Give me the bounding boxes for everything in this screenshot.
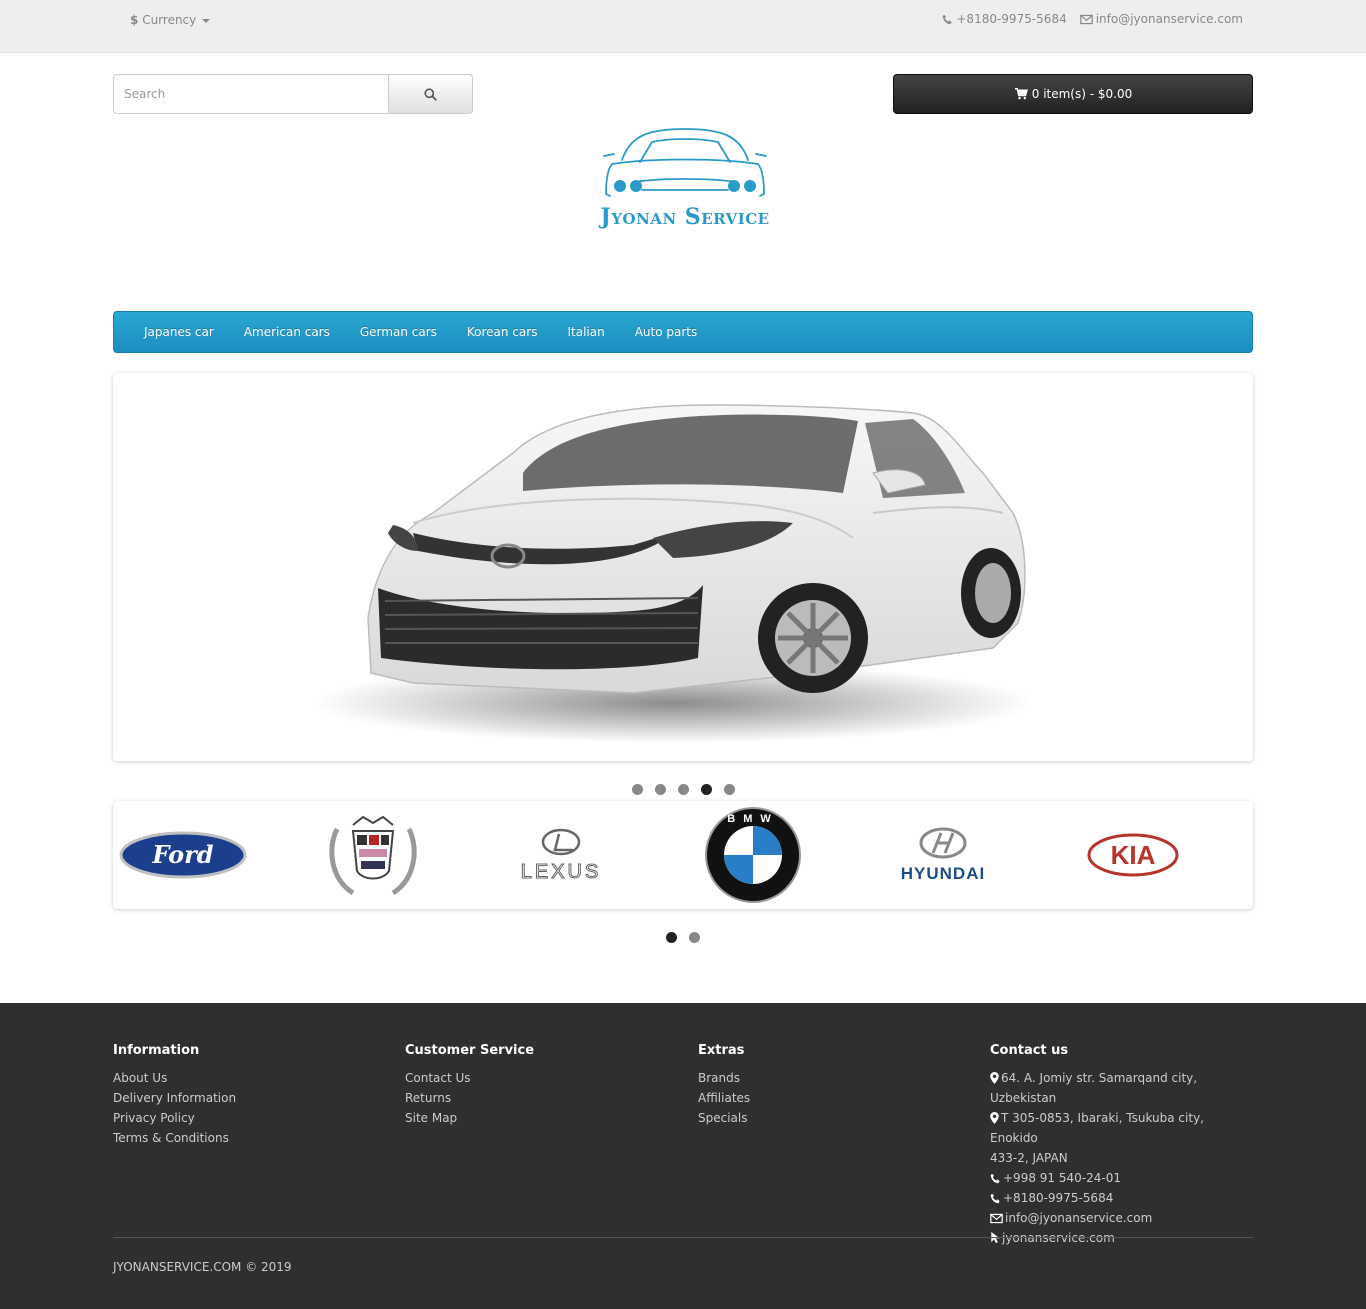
slideshow[interactable] xyxy=(113,373,1253,761)
search-group xyxy=(113,74,473,114)
brand-carousel-dot[interactable] xyxy=(689,932,700,943)
footer-contact: Contact us 64. A. Jomiy str. Samarqand c… xyxy=(990,1043,1255,1248)
copyright: JYONANSERVICE.COM © 2019 xyxy=(113,1260,292,1274)
phone-icon xyxy=(990,1193,1000,1204)
cart-total: 0 item(s) - $0.00 xyxy=(1031,87,1133,101)
hyundai-logo-text: HYUNDAI xyxy=(901,864,985,883)
logo-text: Jyonan Service xyxy=(600,204,770,230)
nav-item-german[interactable]: German cars xyxy=(345,325,452,339)
top-phone-text: +8180-9975-5684 xyxy=(956,12,1067,26)
footer-extras-title: Extras xyxy=(698,1043,745,1058)
caret-down-icon xyxy=(202,18,211,23)
footer-address-japan: T 305-0853, Ibaraki, Tsukuba city, Enoki… xyxy=(990,1108,1255,1148)
ford-logo-icon: Ford xyxy=(119,831,247,879)
footer-phone-uzbekistan[interactable]: +998 91 540-24-01 xyxy=(990,1168,1255,1188)
footer-divider xyxy=(113,1237,1253,1238)
map-marker-icon xyxy=(990,1072,999,1084)
footer-contact-title: Contact us xyxy=(990,1043,1069,1058)
footer-address-uzbekistan: 64. A. Jomiy str. Samarqand city, Uzbeki… xyxy=(990,1068,1255,1108)
footer-address-japan-line2: 433-2, JAPAN xyxy=(990,1151,1068,1165)
search-button[interactable] xyxy=(388,74,473,114)
nav-item-italian[interactable]: Italian xyxy=(552,325,619,339)
nav-item-auto-parts[interactable]: Auto parts xyxy=(620,325,713,339)
footer-address-japan-line1: T 305-0853, Ibaraki, Tsukuba city, Enoki… xyxy=(990,1111,1204,1145)
footer-email-text: info@jyonanservice.com xyxy=(1005,1211,1153,1225)
footer-link-brands[interactable]: Brands xyxy=(698,1071,740,1085)
brand-carousel: Ford LEXUS BMW HYUNDAI KIA xyxy=(113,801,1253,909)
brand-carousel-dot-active[interactable] xyxy=(666,932,677,943)
search-icon xyxy=(424,87,437,101)
lexus-logo-icon: LEXUS xyxy=(520,828,601,883)
brand-ford[interactable]: Ford xyxy=(113,801,253,909)
car-logo-icon xyxy=(603,128,767,197)
slideshow-dot[interactable] xyxy=(655,784,666,795)
footer-link-returns[interactable]: Returns xyxy=(405,1091,451,1105)
footer-customer-service: Customer Service Contact Us Returns Site… xyxy=(405,1043,534,1128)
currency-symbol: $ xyxy=(130,13,139,27)
footer-link-site-map[interactable]: Site Map xyxy=(405,1111,457,1125)
brand-hyundai[interactable]: HYUNDAI xyxy=(888,801,998,909)
footer-phone-japan[interactable]: +8180-9975-5684 xyxy=(990,1188,1255,1208)
nav-item-american[interactable]: American cars xyxy=(229,325,345,339)
map-marker-icon xyxy=(990,1112,999,1124)
nav-item-japanese[interactable]: Japanes car xyxy=(129,325,229,339)
top-email-text: info@jyonanservice.com xyxy=(1095,12,1243,26)
phone-icon xyxy=(943,14,952,24)
currency-label: Currency xyxy=(142,13,197,27)
slideshow-pagination xyxy=(632,784,735,795)
footer: Information About Us Delivery Informatio… xyxy=(0,1003,1366,1309)
ford-logo-text: Ford xyxy=(151,840,213,869)
kia-logo-text: KIA xyxy=(1111,840,1156,870)
footer-address-uzbekistan-text: 64. A. Jomiy str. Samarqand city, Uzbeki… xyxy=(990,1071,1198,1105)
footer-email[interactable]: info@jyonanservice.com xyxy=(990,1208,1255,1228)
brand-kia[interactable]: KIA xyxy=(1083,801,1183,909)
footer-link-terms-conditions[interactable]: Terms & Conditions xyxy=(113,1131,229,1145)
footer-customer-service-title: Customer Service xyxy=(405,1043,535,1058)
search-input[interactable] xyxy=(113,74,388,114)
footer-website-text: jyonanservice.com xyxy=(1002,1231,1115,1245)
shopping-cart-icon xyxy=(1014,88,1028,100)
footer-link-affiliates[interactable]: Affiliates xyxy=(698,1091,750,1105)
kia-logo-icon: KIA xyxy=(1087,833,1179,877)
bmw-logo-text: BMW xyxy=(727,813,779,825)
slideshow-dot[interactable] xyxy=(724,784,735,795)
top-bar: $ Currency +8180-9975-5684 info@jyonanse… xyxy=(0,0,1366,53)
hyundai-logo-icon: HYUNDAI xyxy=(901,827,985,883)
brand-cadillac[interactable] xyxy=(313,801,433,909)
car-image xyxy=(313,404,1033,743)
top-email[interactable]: info@jyonanservice.com xyxy=(1079,12,1243,26)
top-phone[interactable]: +8180-9975-5684 xyxy=(942,12,1067,26)
footer-link-specials[interactable]: Specials xyxy=(698,1111,748,1125)
bmw-logo-icon: BMW xyxy=(705,807,801,903)
footer-phone-japan-text: +8180-9975-5684 xyxy=(1003,1191,1114,1205)
lexus-logo-text: LEXUS xyxy=(520,861,601,883)
slideshow-dot-active[interactable] xyxy=(701,784,712,795)
currency-dropdown[interactable]: $ Currency xyxy=(130,13,211,27)
envelope-icon xyxy=(1079,14,1093,24)
nav-item-korean[interactable]: Korean cars xyxy=(452,325,553,339)
main-nav: Japanes car American cars German cars Ko… xyxy=(113,311,1253,353)
footer-link-delivery-information[interactable]: Delivery Information xyxy=(113,1091,236,1105)
footer-website[interactable]: jyonanservice.com xyxy=(990,1228,1255,1248)
phone-icon xyxy=(990,1173,1000,1184)
cart-button[interactable]: 0 item(s) - $0.00 xyxy=(893,74,1253,114)
footer-link-about-us[interactable]: About Us xyxy=(113,1071,167,1085)
footer-phone-uzbekistan-text: +998 91 540-24-01 xyxy=(1003,1171,1121,1185)
footer-link-privacy-policy[interactable]: Privacy Policy xyxy=(113,1111,195,1125)
cadillac-logo-icon xyxy=(329,815,417,896)
slideshow-dot[interactable] xyxy=(678,784,689,795)
slideshow-dot[interactable] xyxy=(632,784,643,795)
site-logo[interactable]: Jyonan Service xyxy=(590,124,780,234)
brand-carousel-pagination xyxy=(666,932,700,943)
top-contact: +8180-9975-5684 info@jyonanservice.com xyxy=(942,12,1243,26)
footer-information: Information About Us Delivery Informatio… xyxy=(113,1043,236,1148)
brand-bmw[interactable]: BMW xyxy=(703,801,803,909)
envelope-icon xyxy=(990,1213,1003,1224)
footer-information-title: Information xyxy=(113,1043,200,1058)
brand-lexus[interactable]: LEXUS xyxy=(498,801,623,909)
footer-link-contact-us[interactable]: Contact Us xyxy=(405,1071,471,1085)
footer-extras: Extras Brands Affiliates Specials xyxy=(698,1043,750,1128)
